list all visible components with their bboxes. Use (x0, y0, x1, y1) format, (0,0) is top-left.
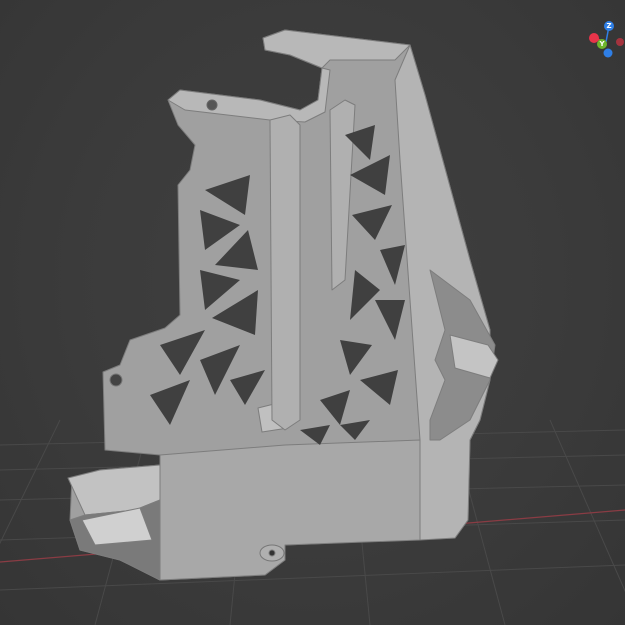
3d-viewport[interactable]: Z Y (0, 0, 625, 625)
mount-hole (206, 99, 218, 111)
side-hole (109, 373, 123, 387)
x-axis-dot-icon[interactable] (589, 33, 599, 43)
neg-z-axis-dot-icon[interactable] (603, 48, 613, 58)
neg-x-axis-dot-icon[interactable] (616, 38, 624, 46)
3d-model-part[interactable] (67, 29, 499, 581)
y-axis-label: Y (598, 40, 605, 48)
z-axis-label: Z (606, 22, 611, 30)
bottom-screw-hole (268, 549, 276, 557)
viewport-scene (0, 29, 625, 625)
navigation-gizmo[interactable]: Z Y (584, 16, 625, 60)
